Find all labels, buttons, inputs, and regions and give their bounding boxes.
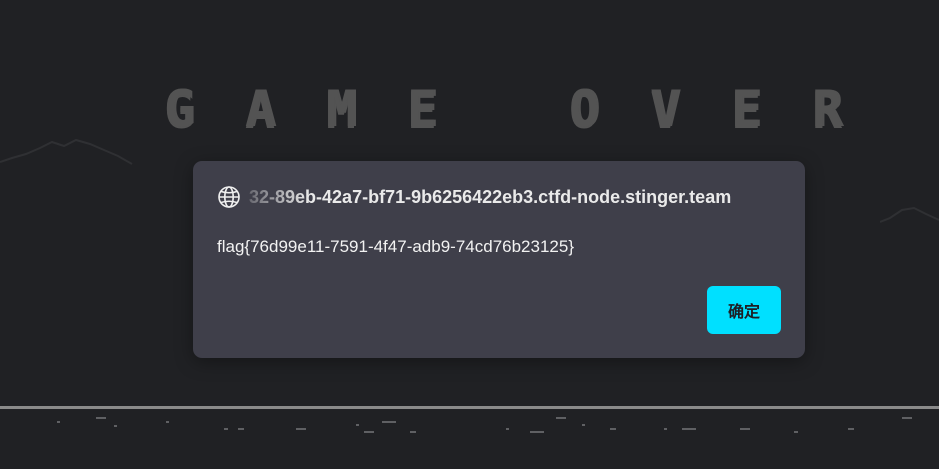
background-hill-left bbox=[0, 138, 133, 165]
ground-speck bbox=[902, 417, 912, 419]
dialog-message: flag{76d99e11-7591-4f47-adb9-74cd76b2312… bbox=[217, 237, 575, 256]
game-over-letter: M bbox=[325, 80, 357, 138]
ground-speck bbox=[664, 428, 667, 430]
ground-speck bbox=[224, 428, 228, 430]
game-over-letter: V bbox=[649, 80, 681, 138]
ground-speck bbox=[610, 428, 616, 430]
ground-speck bbox=[382, 421, 396, 423]
game-canvas[interactable]: G A M E O V E R 32-89eb-42a7-bf71-9b6256… bbox=[0, 0, 939, 469]
ground-speck bbox=[582, 424, 585, 426]
ground-speck bbox=[794, 431, 798, 433]
ground-speck bbox=[57, 421, 60, 423]
ground-speck bbox=[556, 417, 566, 419]
ok-button[interactable]: 确定 bbox=[707, 286, 781, 334]
ground-speck bbox=[96, 417, 106, 419]
ground-speck bbox=[848, 428, 854, 430]
ground-speck bbox=[356, 424, 359, 426]
game-over-letter: R bbox=[811, 80, 843, 138]
ground-speck bbox=[166, 421, 169, 423]
game-over-letter: G bbox=[163, 80, 195, 138]
ground-speck bbox=[296, 428, 306, 430]
game-over-title: G A M E O V E R bbox=[158, 84, 848, 134]
ground-speck bbox=[238, 428, 244, 430]
ground-speck bbox=[740, 428, 750, 430]
ground-speck bbox=[506, 428, 509, 430]
background-hill-right bbox=[880, 206, 939, 223]
game-over-letter: O bbox=[568, 80, 600, 138]
game-over-letter: E bbox=[730, 80, 762, 138]
game-over-letter: A bbox=[244, 80, 276, 138]
globe-icon bbox=[218, 186, 240, 208]
ground-speck bbox=[364, 431, 374, 433]
dialog-header: 32-89eb-42a7-bf71-9b6256422eb3.ctfd-node… bbox=[217, 185, 787, 209]
horizon-line bbox=[0, 406, 939, 409]
alert-dialog: 32-89eb-42a7-bf71-9b6256422eb3.ctfd-node… bbox=[193, 161, 805, 358]
ground-speck bbox=[410, 431, 416, 433]
ground-speck bbox=[530, 431, 544, 433]
dialog-origin: 32-89eb-42a7-bf71-9b6256422eb3.ctfd-node… bbox=[249, 186, 732, 207]
game-over-letter: E bbox=[406, 80, 438, 138]
ground-speck bbox=[114, 425, 117, 427]
ground-speck bbox=[682, 428, 696, 430]
